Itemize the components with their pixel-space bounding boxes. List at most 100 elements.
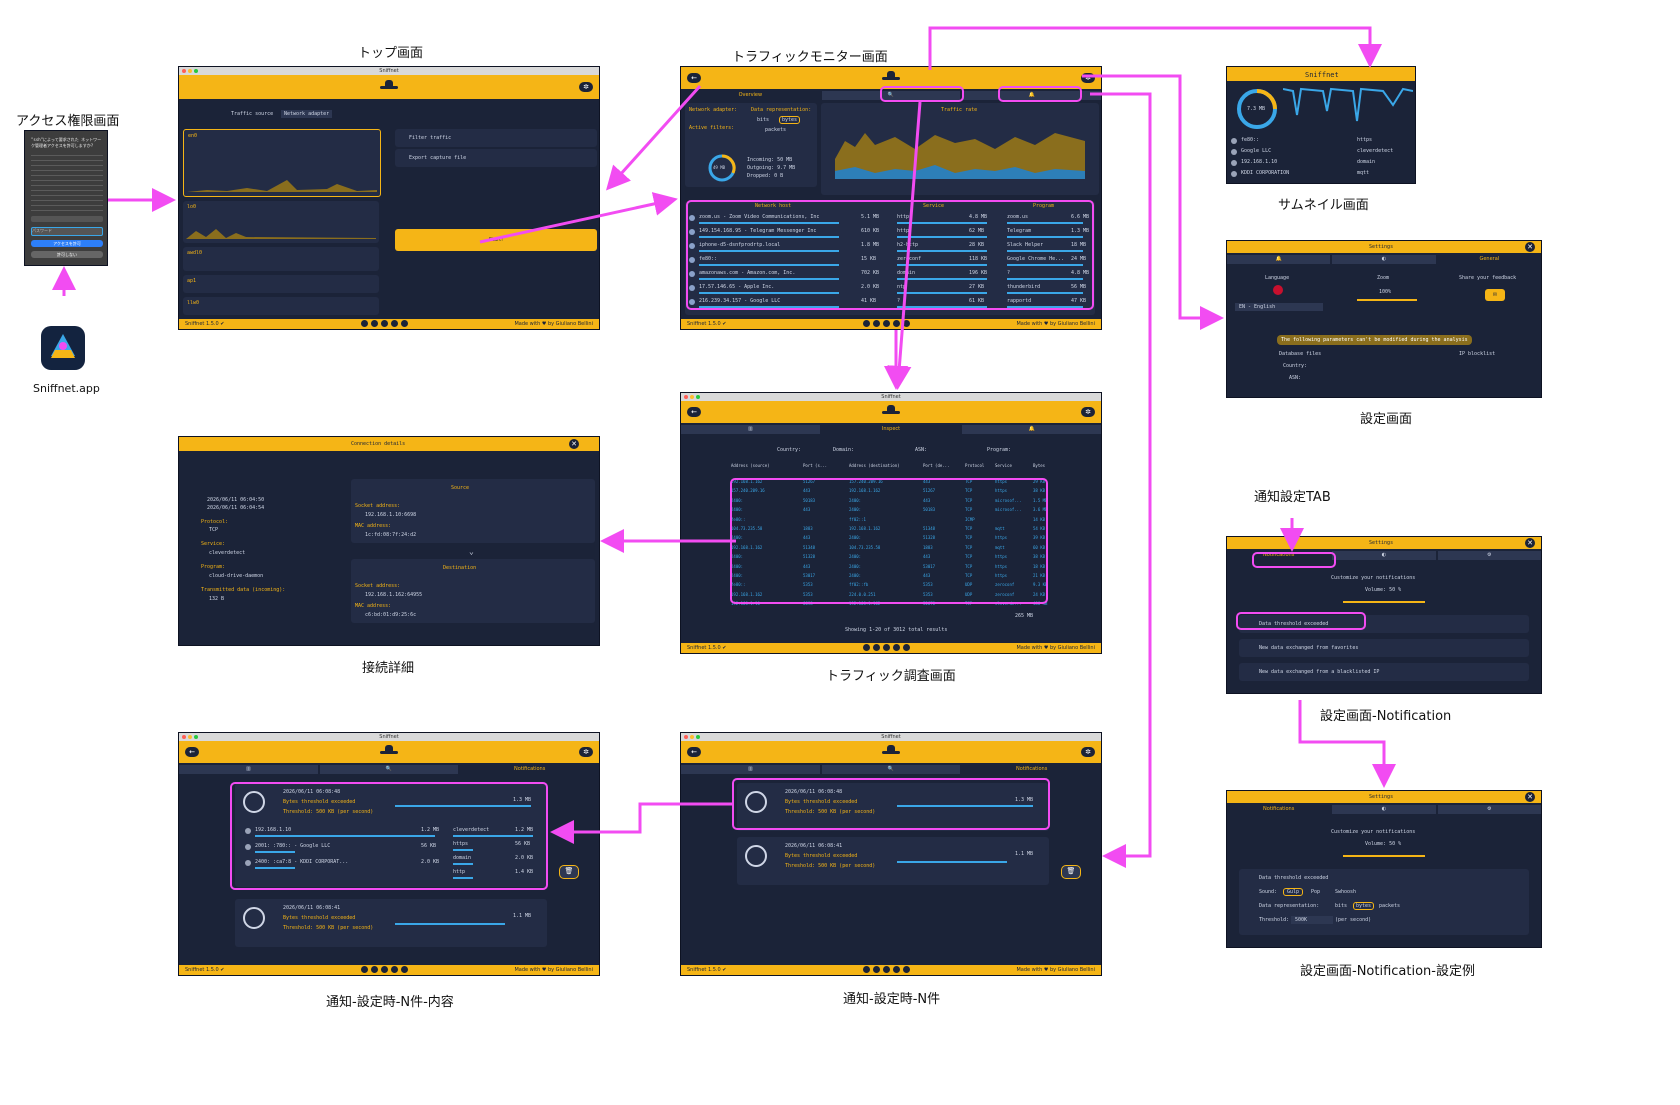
bytes-button[interactable]: bytes (1353, 902, 1375, 910)
table-header[interactable]: Service (995, 463, 1012, 468)
volume-slider[interactable] (1343, 601, 1425, 603)
back-arrow-icon[interactable]: ← (687, 407, 701, 417)
app-logo-icon (380, 80, 398, 94)
filter-traffic-toggle[interactable]: Filter traffic (395, 129, 597, 147)
notification-item-2[interactable]: 2026/06/11 06:08:41 Bytes threshold exce… (235, 899, 547, 947)
tab-general[interactable]: General (1437, 255, 1541, 264)
start-button[interactable]: Start! (395, 229, 597, 251)
notification-item-2[interactable]: 2026/06/11 06:08:41 Bytes threshold exce… (737, 837, 1049, 885)
version-label: Sniffnet 1.5.0 ✔ (687, 321, 727, 327)
tab-inspect[interactable]: 🔍 (319, 765, 459, 774)
country-flag-icon (1231, 138, 1237, 144)
adapter-card-awdl0[interactable]: awdl0 (183, 247, 379, 271)
export-capture-toggle[interactable]: Export capture file (395, 149, 597, 167)
language-select[interactable]: EN - English (1235, 303, 1323, 311)
bytes-button[interactable]: bytes (779, 116, 801, 124)
adapter-card-en0[interactable]: en0 (183, 129, 381, 197)
data-repr-label: Data representation: (1259, 903, 1320, 909)
tab-inspect[interactable]: Inspect (821, 425, 961, 434)
settings-gear-icon[interactable]: ✲ (1081, 73, 1095, 83)
adapter-card-llw0[interactable]: llw0 (183, 297, 379, 315)
tab-general[interactable]: ⚙ (1437, 551, 1541, 560)
country-flag-icon (1231, 149, 1237, 155)
volume-label: Volume: 50 % (1365, 587, 1402, 593)
tab-overview[interactable]: Overview (681, 91, 820, 100)
packets-button[interactable]: packets (765, 127, 786, 133)
sound-gulp-button[interactable]: Gulp (1283, 888, 1304, 896)
table-header[interactable]: Address (destination) (849, 463, 900, 468)
country-flag-icon (1231, 171, 1237, 177)
zoom-slider[interactable] (1357, 299, 1417, 301)
tab-inspect[interactable]: 🔍 (821, 765, 961, 774)
table-header[interactable]: Bytes (1033, 463, 1045, 468)
table-header[interactable]: Port (s... (803, 463, 827, 468)
settings-gear-icon[interactable]: ✲ (579, 747, 593, 757)
adapter-card-lo0[interactable]: lo0 (183, 201, 379, 243)
adapter-traffic-sparkline (187, 180, 377, 192)
notification-title: Bytes threshold exceeded (785, 853, 858, 859)
highlight-notification-tab (998, 86, 1082, 102)
zoom-value: 100% (1379, 289, 1392, 295)
threshold-input[interactable]: 500K (1291, 916, 1333, 924)
tab-overview[interactable]: ▥ (681, 425, 820, 434)
adapter-card-ap1[interactable]: ap1 (183, 275, 379, 293)
caption-settings-notification-example: 設定画面-Notification-設定例 (1300, 964, 1475, 979)
tab-notifications[interactable]: Notifications (1227, 805, 1331, 814)
asn-filter-label: ASN: (915, 447, 928, 453)
notification-value: 1.1 MB (513, 913, 532, 919)
tab-notifications[interactable]: Notifications (460, 765, 599, 774)
tab-overview[interactable]: ▥ (681, 765, 820, 774)
favorites-toggle[interactable]: New data exchanged from favorites (1239, 639, 1529, 657)
feedback-button[interactable]: ✉ (1485, 289, 1505, 301)
notification-title: Bytes threshold exceeded (283, 915, 356, 921)
bits-button[interactable]: bits (1335, 903, 1347, 909)
settings-gear-icon[interactable]: ✲ (579, 82, 593, 92)
close-icon[interactable]: ✕ (569, 439, 579, 449)
deny-button[interactable]: 許可しない (31, 251, 103, 258)
notification-time: 2026/06/11 06:08:41 (785, 843, 843, 849)
traffic-rate-title: Traffic rate (941, 107, 978, 113)
tab-appearance[interactable]: ◐ (1332, 551, 1436, 560)
tab-general[interactable]: ⚙ (1437, 805, 1541, 814)
network-adapter-select[interactable]: Network adapter (281, 110, 333, 118)
back-arrow-icon[interactable]: ← (687, 747, 701, 757)
volume-slider[interactable] (1343, 855, 1425, 857)
tab-notifications[interactable]: Notifications (962, 765, 1101, 774)
export-capture-label: Export capture file (409, 155, 467, 161)
username-field[interactable] (31, 216, 103, 222)
trash-icon[interactable]: 🗑 (1061, 865, 1081, 879)
sound-swhoosh-button[interactable]: Swhoosh (1335, 889, 1356, 895)
tab-appearance[interactable]: ◐ (1332, 255, 1436, 264)
settings-gear-icon[interactable]: ✲ (1081, 747, 1095, 757)
close-icon[interactable]: ✕ (1525, 792, 1535, 802)
blacklisted-toggle[interactable]: New data exchanged from a blacklisted IP (1239, 663, 1529, 681)
asn-db-label: ASN: (1289, 375, 1302, 381)
close-icon[interactable]: ✕ (1525, 242, 1535, 252)
sound-label: Sound: (1259, 889, 1278, 895)
tab-appearance[interactable]: ◐ (1332, 805, 1436, 814)
caption-top: トップ画面 (358, 46, 424, 61)
settings-gear-icon[interactable]: ✲ (1081, 407, 1095, 417)
sniffnet-app-icon[interactable] (41, 326, 85, 370)
trash-icon[interactable]: 🗑 (559, 865, 579, 879)
tab-notifications[interactable]: 🔔 (1227, 255, 1331, 264)
thumbnail-host: fe80:: (1241, 137, 1260, 143)
close-icon[interactable]: ✕ (1525, 538, 1535, 548)
threshold-settings-panel: Data threshold exceeded Sound: Gulp Pop … (1239, 869, 1529, 935)
adapter-traffic-sparkline (186, 229, 376, 239)
source-title: Source (451, 485, 470, 491)
traffic-source-label: Traffic source (231, 111, 274, 117)
bits-button[interactable]: bits (757, 117, 769, 123)
sound-pop-button[interactable]: Pop (1311, 889, 1320, 895)
overview-info-panel: Network adapter: Data representation: bi… (685, 103, 817, 187)
table-header[interactable]: Protocol (965, 463, 984, 468)
allow-access-button[interactable]: アクセスを許可 (31, 240, 103, 247)
tab-overview[interactable]: ▥ (179, 765, 318, 774)
packets-button[interactable]: packets (1379, 903, 1400, 909)
back-arrow-icon[interactable]: ← (185, 747, 199, 757)
password-field[interactable]: パスワード (31, 227, 103, 236)
tab-notifications[interactable]: 🔔 (962, 425, 1101, 434)
table-header[interactable]: Address (source) (731, 463, 770, 468)
back-arrow-icon[interactable]: ← (687, 73, 701, 83)
table-header[interactable]: Port (de... (923, 463, 950, 468)
